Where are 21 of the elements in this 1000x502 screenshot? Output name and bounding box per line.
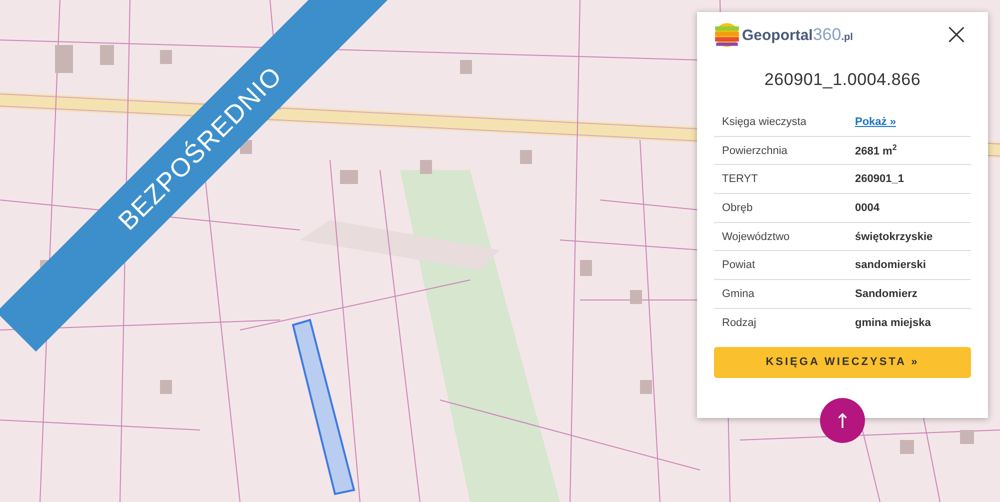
- logo-text: Geoportal360.pl: [742, 25, 853, 45]
- show-link[interactable]: Pokaż »: [855, 116, 896, 128]
- field-label: TERYT: [722, 173, 759, 186]
- field-value: 0004: [855, 202, 880, 214]
- field-value: 260901_1: [855, 173, 904, 186]
- field-label: Obręb: [722, 202, 754, 214]
- globe-logo-icon: [714, 22, 740, 48]
- land-registry-button[interactable]: KSIĘGA WIECZYSTA »: [714, 346, 971, 378]
- field-value: 2681 m$^{2}$: [855, 143, 897, 158]
- parcel-id: 260901_1.0004.866: [763, 70, 922, 90]
- field-value: świętokrzyskie: [855, 230, 933, 243]
- field-value: gmina miejska: [855, 316, 931, 329]
- field-label: Rodzaj: [722, 316, 758, 329]
- close-button[interactable]: ×: [942, 21, 971, 49]
- field-label: Księga wieczysta: [722, 116, 808, 128]
- field-value: sandomierski: [855, 259, 926, 272]
- field-value: Sandomierz: [855, 288, 918, 300]
- field-label: Powierzchnia: [722, 144, 788, 157]
- field-label: Gmina: [722, 288, 756, 300]
- field-label: Powiat: [722, 259, 756, 272]
- field-label: Województwo: [722, 230, 791, 243]
